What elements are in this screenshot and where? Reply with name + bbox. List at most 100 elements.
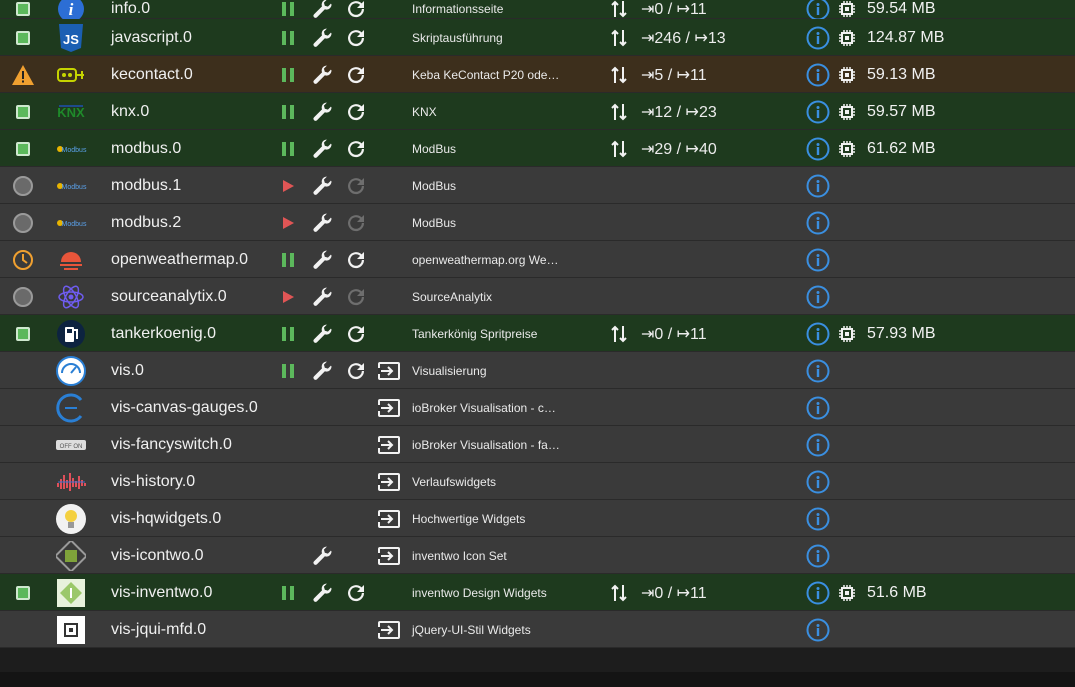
adapter-title: inventwo Icon Set <box>412 548 507 563</box>
adapter-title: Skriptausführung <box>412 30 503 45</box>
wrench-icon[interactable] <box>310 56 334 93</box>
status-indicator <box>10 426 36 463</box>
pause-icon[interactable] <box>280 315 296 352</box>
svg-text:KNX: KNX <box>57 105 85 120</box>
open-link-icon[interactable] <box>377 352 401 389</box>
reload-icon[interactable] <box>345 19 367 56</box>
reload-icon[interactable] <box>345 167 367 204</box>
wrench-icon[interactable] <box>310 352 334 389</box>
wrench-icon[interactable] <box>310 130 334 167</box>
reload-icon[interactable] <box>345 204 367 241</box>
info-icon[interactable] <box>806 389 830 426</box>
adapter-row[interactable]: OFF ON vis-fancyswitch.0 ioBroker Visualis… <box>0 426 1075 463</box>
adapter-row[interactable]: vis-canvas-gauges.0 ioBroker Visualisatio… <box>0 389 1075 426</box>
adapter-row[interactable]: JS javascript.0 Skriptausführung ⇥246 / ↦13… <box>0 19 1075 56</box>
reload-icon[interactable] <box>345 56 367 93</box>
events-arrows-icon <box>611 315 627 352</box>
pause-icon[interactable] <box>280 19 296 56</box>
info-icon[interactable] <box>806 574 830 611</box>
open-link-icon[interactable] <box>377 500 401 537</box>
modbus-logo-icon: Modbus <box>55 130 87 167</box>
info-icon[interactable] <box>806 352 830 389</box>
info-icon[interactable] <box>806 278 830 315</box>
info-icon[interactable] <box>806 315 830 352</box>
adapter-row[interactable]: sourceanalytix.0 SourceAnalytix <box>0 278 1075 315</box>
adapter-row[interactable]: vis-history.0 Verlaufswidgets <box>0 463 1075 500</box>
adapter-name: vis-jqui-mfd.0 <box>111 620 207 638</box>
status-indicator <box>10 19 36 56</box>
adapter-title: KNX <box>412 104 437 119</box>
pause-icon[interactable] <box>280 56 296 93</box>
info-icon[interactable] <box>806 130 830 167</box>
adapter-name: vis-canvas-gauges.0 <box>111 398 258 416</box>
wrench-icon[interactable] <box>310 204 334 241</box>
events-arrows-icon <box>611 56 627 93</box>
wrench-icon[interactable] <box>310 537 334 574</box>
wrench-icon[interactable] <box>310 241 334 278</box>
reload-icon[interactable] <box>345 130 367 167</box>
open-link-icon[interactable] <box>377 426 401 463</box>
info-icon[interactable] <box>806 241 830 278</box>
adapter-row[interactable]: vis.0 Visualisierung <box>0 352 1075 389</box>
modbus-logo-icon: Modbus <box>55 167 87 204</box>
pause-icon[interactable] <box>280 352 296 389</box>
reload-icon[interactable] <box>345 241 367 278</box>
pause-icon[interactable] <box>280 574 296 611</box>
status-indicator <box>10 167 36 204</box>
info-icon[interactable] <box>806 500 830 537</box>
adapter-instances-table: i info.0 Informationsseite ⇥0 / ↦11 59.54 MB… <box>0 0 1075 648</box>
memory-usage: 51.6 MB <box>867 583 927 601</box>
info-icon[interactable] <box>806 19 830 56</box>
info-icon[interactable] <box>806 204 830 241</box>
adapter-row[interactable]: kecontact.0 Keba KeContact P20 ode… ⇥5 / ↦… <box>0 56 1075 93</box>
status-indicator <box>10 204 36 241</box>
pause-icon[interactable] <box>280 130 296 167</box>
wrench-icon[interactable] <box>310 19 334 56</box>
open-link-icon[interactable] <box>377 611 401 648</box>
info-icon[interactable] <box>806 167 830 204</box>
play-icon[interactable] <box>280 204 296 241</box>
info-icon[interactable] <box>806 611 830 648</box>
play-icon[interactable] <box>280 167 296 204</box>
info-icon[interactable] <box>806 426 830 463</box>
adapter-row[interactable]: openweathermap.0 openweathermap.org We… <box>0 241 1075 278</box>
info-icon[interactable] <box>806 463 830 500</box>
adapter-row[interactable]: Modbus modbus.1 ModBus <box>0 167 1075 204</box>
wrench-icon[interactable] <box>310 574 334 611</box>
info-icon[interactable] <box>806 56 830 93</box>
adapter-row[interactable]: vis-inventwo.0 inventwo Design Widgets ⇥0 … <box>0 574 1075 611</box>
adapter-row[interactable]: KNX knx.0 KNX ⇥12 / ↦23 59.57 MB <box>0 93 1075 130</box>
reload-icon[interactable] <box>345 278 367 315</box>
adapter-name: vis-icontwo.0 <box>111 546 204 564</box>
adapter-row[interactable]: vis-icontwo.0 inventwo Icon Set <box>0 537 1075 574</box>
wrench-icon[interactable] <box>310 93 334 130</box>
reload-icon[interactable] <box>345 315 367 352</box>
reload-icon[interactable] <box>345 352 367 389</box>
adapter-title: Visualisierung <box>412 363 487 378</box>
wrench-icon[interactable] <box>310 278 334 315</box>
info-icon[interactable] <box>806 93 830 130</box>
wrench-icon[interactable] <box>310 315 334 352</box>
adapter-name: modbus.2 <box>111 213 182 231</box>
open-link-icon[interactable] <box>377 537 401 574</box>
adapter-row[interactable]: Modbus modbus.0 ModBus ⇥29 / ↦40 61.62 MB <box>0 130 1075 167</box>
vis-fancyswitch-logo-icon: OFF ON <box>55 426 87 463</box>
reload-icon[interactable] <box>345 93 367 130</box>
pause-icon[interactable] <box>280 241 296 278</box>
reload-icon[interactable] <box>345 574 367 611</box>
wrench-icon[interactable] <box>310 167 334 204</box>
kecontact-logo-icon <box>55 56 87 93</box>
play-icon[interactable] <box>280 278 296 315</box>
memory-chip-icon <box>838 315 856 352</box>
events-count: ⇥246 / ↦13 <box>641 29 726 47</box>
adapter-row[interactable]: Modbus modbus.2 ModBus <box>0 204 1075 241</box>
info-icon[interactable] <box>806 537 830 574</box>
open-link-icon[interactable] <box>377 389 401 426</box>
adapter-row[interactable]: vis-hqwidgets.0 Hochwertige Widgets <box>0 500 1075 537</box>
pause-icon[interactable] <box>280 93 296 130</box>
adapter-row[interactable]: i info.0 Informationsseite ⇥0 / ↦11 59.54 MB <box>0 0 1075 22</box>
adapter-row[interactable]: tankerkoenig.0 Tankerkönig Spritpreise ⇥0 … <box>0 315 1075 352</box>
open-link-icon[interactable] <box>377 463 401 500</box>
adapter-row[interactable]: vis-jqui-mfd.0 jQuery-UI-Stil Widgets <box>0 611 1075 648</box>
memory-chip-icon <box>838 93 856 130</box>
